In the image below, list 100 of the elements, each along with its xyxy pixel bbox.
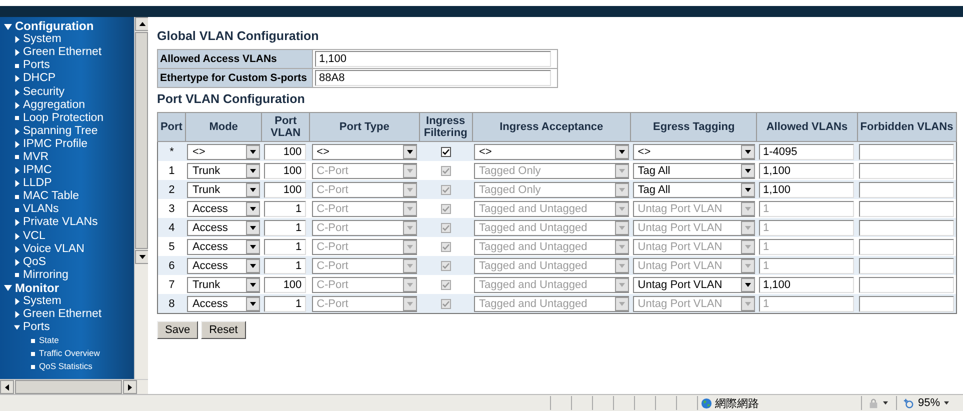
nav-link[interactable]: MAC Table — [23, 190, 80, 204]
nav-link[interactable]: Mirroring — [23, 268, 68, 282]
forbidden-vlans-field[interactable] — [859, 258, 954, 274]
scroll-right-button[interactable] — [123, 380, 137, 394]
nav-link[interactable]: Private VLANs — [23, 216, 98, 230]
expand-arrow-icon[interactable] — [14, 102, 20, 109]
expand-arrow-icon[interactable] — [14, 219, 20, 226]
nav-link[interactable]: State — [39, 334, 59, 348]
zoom-level[interactable]: 95% — [918, 397, 940, 409]
port-vlan-field[interactable]: 100 — [264, 182, 306, 198]
nav-link[interactable]: QoS Statistics — [39, 360, 92, 374]
forbidden-vlans-field[interactable] — [859, 220, 954, 236]
expand-arrow-icon[interactable] — [14, 167, 20, 174]
egress-tagging-dropdown[interactable]: Tag All — [632, 162, 755, 178]
port-vlan-field[interactable]: 100 — [264, 144, 306, 160]
mode-dropdown[interactable]: Access — [187, 296, 260, 312]
nav-link[interactable]: LLDP — [23, 177, 52, 190]
expand-arrow-icon[interactable] — [14, 298, 20, 306]
port-vlan-field[interactable]: 1 — [264, 220, 306, 236]
mode-dropdown[interactable]: Access — [187, 238, 260, 254]
scroll-up-button[interactable] — [135, 17, 148, 31]
input-field[interactable]: 88A8 — [315, 70, 551, 86]
allowed-vlans-field[interactable]: 1,100 — [758, 162, 854, 178]
horizontal-scrollbar[interactable] — [0, 379, 148, 394]
nav-link[interactable]: MVR — [23, 150, 49, 164]
expand-arrow-icon[interactable] — [14, 140, 20, 148]
nav-link[interactable]: Green Ethernet — [23, 46, 102, 60]
egress-tagging-dropdown[interactable]: Untag Port VLAN — [632, 276, 755, 292]
port-vlan-field[interactable]: 100 — [264, 162, 306, 178]
allowed-vlans-field[interactable]: 1,100 — [758, 182, 854, 198]
nav-link[interactable]: Voice VLAN — [23, 242, 84, 256]
caret-icon[interactable] — [883, 401, 888, 405]
scrollbar-thumb[interactable] — [15, 380, 122, 394]
input-field[interactable]: 1,100 — [315, 51, 551, 67]
port-vlan-field[interactable]: 1 — [264, 200, 306, 216]
expand-arrow-icon[interactable] — [14, 88, 20, 96]
nav-link[interactable]: System — [23, 33, 62, 46]
nav-link[interactable]: Traffic Overview — [39, 347, 100, 360]
zoom-icon[interactable] — [903, 398, 914, 408]
nav-link[interactable]: Monitor — [15, 282, 59, 295]
port-type-dropdown[interactable]: <> — [312, 144, 418, 160]
egress-tagging-dropdown[interactable]: Tag All — [632, 182, 755, 198]
scroll-down-button[interactable] — [135, 250, 148, 264]
mode-dropdown[interactable]: Access — [187, 200, 260, 216]
nav-link[interactable]: Security — [23, 86, 65, 99]
vertical-scrollbar[interactable] — [134, 17, 148, 379]
expand-arrow-icon[interactable] — [14, 246, 20, 253]
nav-link[interactable]: Ports — [23, 321, 50, 334]
allowed-vlans-field[interactable]: 1,100 — [758, 276, 854, 292]
expand-arrow-icon[interactable] — [14, 49, 20, 56]
forbidden-vlans-field[interactable] — [859, 238, 954, 254]
ingress-acceptance-dropdown[interactable]: <> — [474, 144, 629, 160]
form-button[interactable]: Save — [157, 321, 198, 339]
nav-link[interactable]: Loop Protection — [23, 112, 104, 125]
expand-arrow-icon[interactable] — [14, 232, 20, 240]
expand-arrow-icon[interactable] — [14, 180, 20, 188]
mode-dropdown[interactable]: Access — [187, 220, 260, 236]
nav-link[interactable]: DHCP — [23, 72, 56, 86]
port-vlan-field[interactable]: 100 — [264, 276, 306, 292]
scrollbar-thumb[interactable] — [135, 32, 148, 249]
nav-link[interactable]: QoS — [23, 256, 46, 269]
caret-icon — [407, 150, 414, 154]
expand-arrow-icon[interactable] — [14, 36, 20, 44]
nav-link[interactable]: IPMC — [23, 164, 52, 178]
nav-link[interactable]: System — [23, 295, 62, 308]
expand-arrow-icon[interactable] — [14, 75, 20, 82]
caret-icon[interactable] — [944, 401, 950, 405]
allowed-vlans-field[interactable]: 1-4095 — [758, 144, 854, 160]
mode-dropdown[interactable]: <> — [187, 144, 260, 160]
forbidden-vlans-field[interactable] — [859, 276, 954, 292]
expand-arrow-icon[interactable] — [14, 258, 20, 266]
nav-link[interactable]: IPMC Profile — [23, 138, 88, 151]
collapse-arrow-icon[interactable] — [4, 285, 12, 292]
forbidden-vlans-field[interactable] — [859, 200, 954, 216]
nav-link[interactable]: Configuration — [15, 20, 94, 34]
collapse-arrow-icon[interactable] — [4, 24, 12, 30]
port-vlan-field[interactable]: 1 — [264, 258, 306, 274]
collapse-arrow-icon[interactable] — [14, 324, 20, 332]
mode-dropdown[interactable]: Trunk — [187, 276, 260, 292]
expand-arrow-icon[interactable] — [14, 128, 20, 135]
port-vlan-field[interactable]: 1 — [264, 238, 306, 254]
port-vlan-field[interactable]: 1 — [264, 296, 306, 312]
mode-dropdown[interactable]: Trunk — [187, 182, 260, 198]
expand-arrow-icon[interactable] — [14, 311, 20, 318]
nav-link[interactable]: Spanning Tree — [23, 124, 98, 138]
nav-link[interactable]: VCL — [23, 230, 46, 243]
nav-link[interactable]: VLANs — [23, 203, 59, 216]
nav-link[interactable]: Aggregation — [23, 98, 86, 112]
scroll-left-button[interactable] — [0, 380, 14, 394]
forbidden-vlans-field[interactable] — [859, 182, 954, 198]
forbidden-vlans-field[interactable] — [859, 144, 954, 160]
forbidden-vlans-field[interactable] — [859, 162, 954, 178]
mode-dropdown[interactable]: Trunk — [187, 162, 260, 178]
nav-link[interactable]: Green Ethernet — [23, 308, 102, 322]
forbidden-vlans-field[interactable] — [859, 296, 954, 312]
mode-dropdown[interactable]: Access — [187, 258, 260, 274]
nav-link[interactable]: Ports — [23, 59, 50, 72]
form-button[interactable]: Reset — [201, 321, 246, 339]
checkbox[interactable] — [440, 146, 451, 157]
egress-tagging-dropdown[interactable]: <> — [632, 144, 755, 160]
